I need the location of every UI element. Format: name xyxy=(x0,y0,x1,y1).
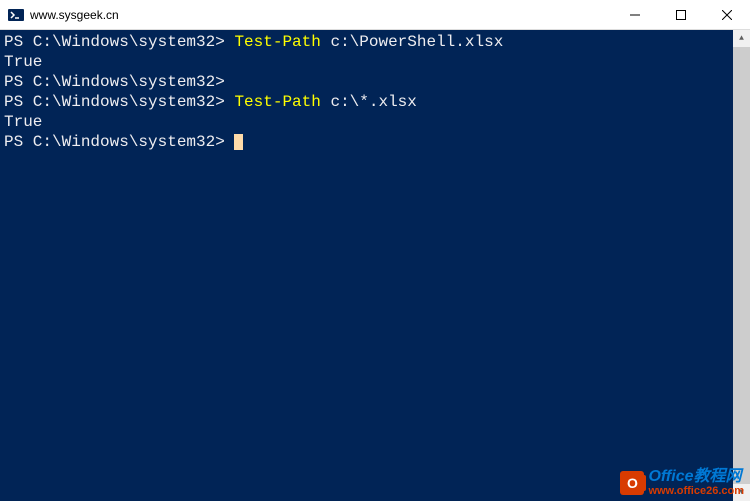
watermark-title: Office教程网 xyxy=(648,469,744,485)
scroll-up-arrow[interactable]: ▲ xyxy=(733,30,750,47)
terminal-prompt: PS C:\Windows\system32> xyxy=(4,73,234,91)
terminal-line: PS C:\Windows\system32> xyxy=(4,72,729,92)
terminal-line: PS C:\Windows\system32> Test-Path c:\Pow… xyxy=(4,32,729,52)
terminal-area[interactable]: PS C:\Windows\system32> Test-Path c:\Pow… xyxy=(0,30,750,501)
terminal-line: PS C:\Windows\system32> xyxy=(4,132,729,152)
terminal-prompt: PS C:\Windows\system32> xyxy=(4,33,234,51)
close-button[interactable] xyxy=(704,0,750,30)
terminal-command: Test-Path xyxy=(234,93,320,111)
terminal-content: PS C:\Windows\system32> Test-Path c:\Pow… xyxy=(4,32,729,152)
terminal-output: True xyxy=(4,113,42,131)
scrollbar[interactable]: ▲ ▼ xyxy=(733,30,750,501)
powershell-window: www.sysgeek.cn PS C:\Windows\system32> T… xyxy=(0,0,750,501)
terminal-prompt: PS C:\Windows\system32> xyxy=(4,93,234,111)
watermark: O Office教程网 www.office26.com xyxy=(620,469,744,497)
scroll-track[interactable] xyxy=(733,47,750,484)
terminal-output: True xyxy=(4,53,42,71)
terminal-line: True xyxy=(4,52,729,72)
titlebar-left: www.sysgeek.cn xyxy=(0,7,612,23)
window-controls xyxy=(612,0,750,29)
terminal-line: True xyxy=(4,112,729,132)
watermark-icon: O xyxy=(620,471,644,495)
terminal-cursor xyxy=(234,134,243,150)
maximize-button[interactable] xyxy=(658,0,704,30)
terminal-prompt: PS C:\Windows\system32> xyxy=(4,133,234,151)
powershell-icon xyxy=(8,7,24,23)
terminal-line: PS C:\Windows\system32> Test-Path c:\*.x… xyxy=(4,92,729,112)
terminal-command: Test-Path xyxy=(234,33,320,51)
watermark-url: www.office26.com xyxy=(648,486,744,497)
watermark-text: Office教程网 www.office26.com xyxy=(648,469,744,497)
titlebar[interactable]: www.sysgeek.cn xyxy=(0,0,750,30)
minimize-button[interactable] xyxy=(612,0,658,30)
terminal-argument: c:\*.xlsx xyxy=(321,93,417,111)
terminal-argument: c:\PowerShell.xlsx xyxy=(321,33,503,51)
window-title: www.sysgeek.cn xyxy=(30,8,119,22)
scroll-thumb[interactable] xyxy=(733,47,750,484)
